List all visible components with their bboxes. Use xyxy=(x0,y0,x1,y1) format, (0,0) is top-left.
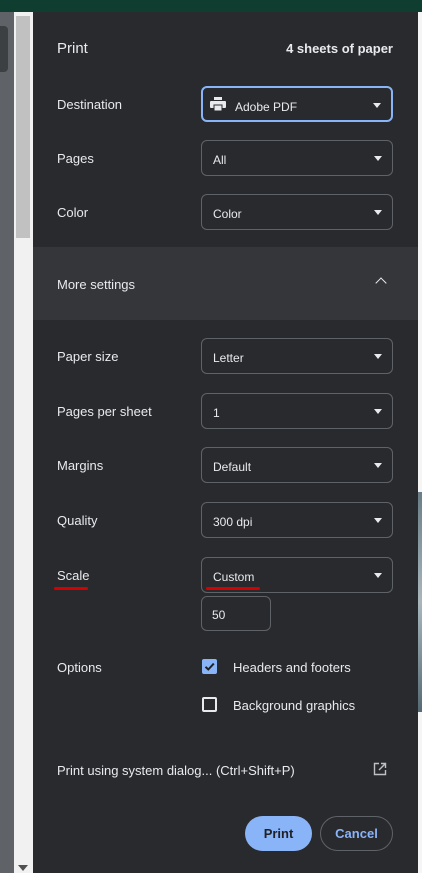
print-preview-edge xyxy=(418,12,422,873)
pages-select[interactable]: All xyxy=(201,140,393,176)
pages-per-sheet-value: 1 xyxy=(213,406,220,420)
options-label: Options xyxy=(57,660,102,675)
system-dialog-link[interactable]: Print using system dialog... (Ctrl+Shift… xyxy=(57,763,295,778)
scale-label-annotation xyxy=(54,587,88,590)
print-settings-panel: Print 4 sheets of paper Destination Adob… xyxy=(33,12,418,873)
sheet-count: 4 sheets of paper xyxy=(286,41,393,56)
scale-value-annotation xyxy=(206,587,260,590)
preview-scrollbar[interactable] xyxy=(14,12,33,873)
pages-per-sheet-select[interactable]: 1 xyxy=(201,393,393,429)
quality-value: 300 dpi xyxy=(213,515,253,529)
more-settings-toggle[interactable]: More settings xyxy=(33,247,418,320)
destination-select[interactable]: Adobe PDF xyxy=(201,86,393,122)
chevron-down-icon xyxy=(373,103,381,108)
open-external-icon[interactable] xyxy=(373,762,387,776)
printer-icon xyxy=(210,97,226,111)
pages-value: All xyxy=(213,153,227,167)
paper-size-value: Letter xyxy=(213,351,244,365)
destination-value: Adobe PDF xyxy=(235,100,298,114)
checkmark-icon xyxy=(204,662,215,671)
chevron-down-icon xyxy=(374,573,382,578)
scale-custom-value: 50 xyxy=(212,608,226,622)
color-select[interactable]: Color xyxy=(201,194,393,230)
side-tab-handle[interactable] xyxy=(0,26,8,72)
chevron-down-icon xyxy=(374,354,382,359)
scrollbar-thumb[interactable] xyxy=(16,16,30,238)
chevron-down-icon xyxy=(374,518,382,523)
margins-value: Default xyxy=(213,460,252,474)
color-label: Color xyxy=(57,205,89,220)
scale-custom-input[interactable]: 50 xyxy=(201,596,271,631)
chevron-down-icon xyxy=(374,409,382,414)
margins-select[interactable]: Default xyxy=(201,447,393,483)
chevron-down-icon xyxy=(374,156,382,161)
headers-footers-label: Headers and footers xyxy=(233,660,351,675)
pages-per-sheet-label: Pages per sheet xyxy=(57,404,152,419)
headers-footers-checkbox[interactable] xyxy=(202,659,217,674)
margins-label: Margins xyxy=(57,458,104,473)
background-graphics-label: Background graphics xyxy=(233,698,356,713)
browser-top-bar xyxy=(0,0,422,12)
more-settings-label: More settings xyxy=(57,277,136,292)
pages-label: Pages xyxy=(57,151,94,166)
destination-label: Destination xyxy=(57,97,123,112)
preview-image-slice xyxy=(418,492,422,712)
print-button[interactable]: Print xyxy=(245,816,312,851)
scroll-down-arrow-icon[interactable] xyxy=(18,865,28,871)
quality-label: Quality xyxy=(57,513,98,528)
chevron-up-icon xyxy=(375,277,387,289)
background-graphics-checkbox[interactable] xyxy=(202,697,217,712)
scale-label: Scale xyxy=(57,568,90,583)
paper-size-label: Paper size xyxy=(57,349,119,364)
paper-size-select[interactable]: Letter xyxy=(201,338,393,374)
color-value: Color xyxy=(213,207,242,221)
scale-value: Custom xyxy=(213,570,255,584)
quality-select[interactable]: 300 dpi xyxy=(201,502,393,538)
cancel-button[interactable]: Cancel xyxy=(320,816,393,851)
chevron-down-icon xyxy=(374,463,382,468)
chevron-down-icon xyxy=(374,210,382,215)
dialog-title: Print xyxy=(57,40,88,57)
